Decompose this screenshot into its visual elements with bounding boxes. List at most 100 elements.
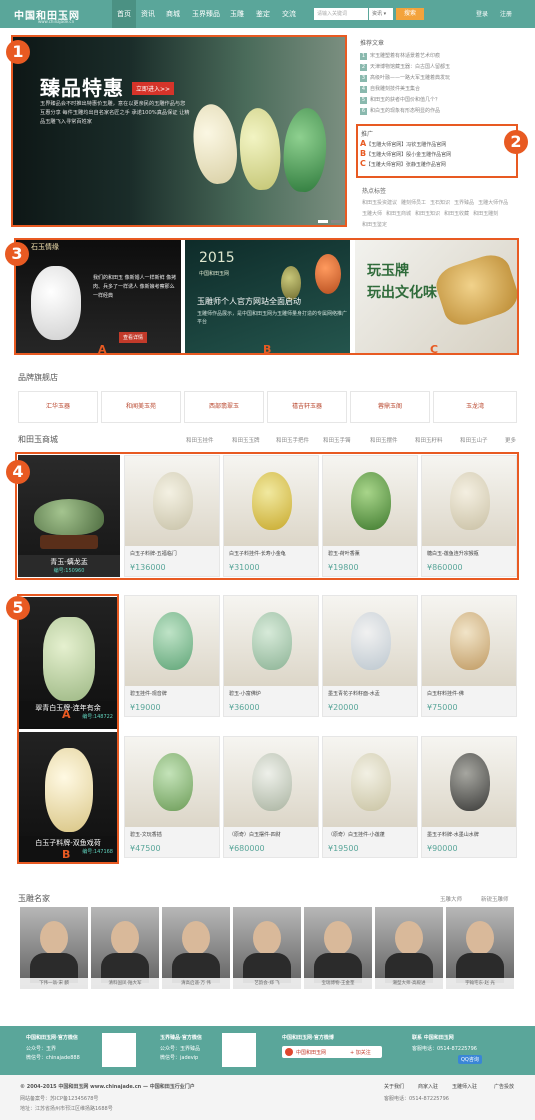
featured-label-b: B	[62, 848, 71, 861]
product-name: （原奇）白玉挂件-小莲蓬	[328, 832, 385, 838]
weibo-follow-widget[interactable]: 中国和田玉网 + 加关注	[282, 1046, 382, 1058]
masters-link[interactable]: 新锐玉雕师	[481, 895, 509, 903]
footer-weibo-title: 中国和田玉网·官方微博	[282, 1035, 334, 1041]
brands-title: 品牌旗舰店	[18, 373, 58, 382]
article-number: 3	[360, 75, 367, 82]
product-card[interactable]: （原奇）白玉挂件-小莲蓬 ¥19500	[322, 736, 418, 858]
product-card[interactable]: 墨玉青花子料籽面-水盂 ¥20000	[322, 595, 418, 717]
footer-wechat-account: 公众号：玉界	[26, 1046, 57, 1052]
hot-tag-link[interactable]: 玉雕大师作品	[478, 199, 508, 206]
product-image	[323, 596, 417, 686]
top-nav-bar: 中国和田玉网 www.chinajade.cn 首页 资讯 商城 玉界臻品 玉雕…	[0, 0, 535, 28]
hot-tag-link[interactable]: 玉界臻品	[454, 199, 474, 206]
brand-store[interactable]: 西部翡翠玉	[184, 391, 264, 423]
product-card[interactable]: 碧玉-文玩香插 ¥47500	[124, 736, 220, 858]
footer-link-about[interactable]: 关于我们	[384, 1083, 404, 1090]
mall-category-link[interactable]: 和田玉挂件	[186, 436, 214, 444]
qq-chat-button[interactable]: QQ咨询	[458, 1055, 482, 1064]
article-number: 4	[360, 86, 367, 93]
weibo-follow-button[interactable]: + 加关注	[350, 1049, 371, 1056]
hot-tag-link[interactable]: 和田玉鉴定	[362, 221, 387, 228]
product-name: 碧玉挂件-观音牌	[130, 691, 167, 697]
product-price: ¥19000	[130, 703, 161, 712]
nav-item-news[interactable]: 资讯	[141, 9, 155, 19]
mall-category-link[interactable]: 和田玉手把件	[276, 436, 309, 444]
article-item[interactable]: 4 自我雕刻技件美玉集合	[360, 84, 525, 95]
master-card[interactable]: 潮型大师·高殿进	[375, 907, 443, 989]
master-name: 宝瑞博物·王金奎	[304, 978, 372, 989]
master-card[interactable]: 艺韵会·郑 飞	[233, 907, 301, 989]
product-image	[125, 596, 219, 686]
mall-category-link[interactable]: 和田玉山子	[460, 436, 488, 444]
search-input[interactable]: 请输入关键词	[314, 8, 368, 20]
register-link[interactable]: 注册	[500, 9, 512, 18]
product-name: 碧玉-小富佛炉	[229, 691, 261, 697]
article-item[interactable]: 6 和白玉的现象有形态明显的作品	[360, 106, 525, 117]
hot-tag-link[interactable]: 和田玉投资建议	[362, 199, 397, 206]
nav-item-treasures[interactable]: 玉界臻品	[192, 9, 220, 19]
mall-category-link[interactable]: 和田玉玉牌	[232, 436, 260, 444]
product-card[interactable]: （原奇）白玉摆件-四财 ¥680000	[223, 736, 319, 858]
brand-store[interactable]: 汇华玉器	[18, 391, 98, 423]
login-link[interactable]: 登录	[476, 9, 488, 18]
side-column: 推荐文章 1 宋玉雕塑着有林适景着艺术印痕 2 天津博物馆藏玉器：白古国人留都玉 3…	[360, 38, 525, 117]
product-name: （原奇）白玉摆件-四财	[229, 832, 281, 838]
product-card[interactable]: 碧玉-小富佛炉 ¥36000	[223, 595, 319, 717]
product-card[interactable]: 白玉籽料挂件-佛 ¥75000	[421, 595, 517, 717]
product-price: ¥36000	[229, 703, 260, 712]
masters-link[interactable]: 玉雕大师	[440, 895, 462, 903]
hot-tag-link[interactable]: 和田玉雕刻	[473, 210, 498, 217]
copyright: © 2004-2015 中国和田玉网 www.chinajade.cn — 中国…	[20, 1084, 195, 1090]
article-item[interactable]: 1 宋玉雕塑着有林适景着艺术印痕	[360, 51, 525, 62]
search-button[interactable]: 搜索	[396, 8, 424, 20]
article-number: 6	[360, 108, 367, 115]
mall-category-link[interactable]: 和田玉手镯	[323, 436, 351, 444]
product-card[interactable]: 碧玉挂件-观音牌 ¥19000	[124, 595, 220, 717]
jade-item	[153, 753, 193, 811]
article-item[interactable]: 2 天津博物馆藏玉器：白古国人留都玉	[360, 62, 525, 73]
article-item[interactable]: 5 和田玉的获者中国价和值几个？	[360, 95, 525, 106]
nav-item-mall[interactable]: 商城	[166, 9, 180, 19]
hot-tag-link[interactable]: 和田玉收藏	[444, 210, 469, 217]
featured-label-a: A	[62, 708, 71, 721]
mall-title: 和田玉商城	[18, 435, 58, 444]
brand-store[interactable]: 和闻美玉苑	[101, 391, 181, 423]
product-image	[125, 737, 219, 827]
highlight-box-2	[356, 124, 518, 178]
weibo-account: 中国和田玉网	[296, 1050, 327, 1056]
brand-store[interactable]: 玉龙湾	[433, 391, 517, 423]
master-card[interactable]: 清料国凤·陆大军	[91, 907, 159, 989]
brand-store[interactable]: 禧吉轩玉器	[267, 391, 347, 423]
icp-record: 网站备案号：苏ICP备12345678号	[20, 1096, 99, 1102]
master-card[interactable]: 宇翰宅东·赵 光	[446, 907, 514, 989]
hot-tag-link[interactable]: 和田玉商城	[386, 210, 411, 217]
hot-tag-link[interactable]: 和田玉知识	[415, 210, 440, 217]
product-price: ¥75000	[427, 703, 458, 712]
footer-link-ads[interactable]: 广告投放	[494, 1083, 514, 1090]
article-title: 高级叶融——一路大军玉雕着典发玩	[370, 75, 451, 81]
brand-store[interactable]: 蓉鼎玉阁	[350, 391, 430, 423]
hot-tag-link[interactable]: 玉雕大师	[362, 210, 382, 217]
master-card[interactable]: 下伟一翁·宋 麟	[20, 907, 88, 989]
hot-tag-link[interactable]: 雕刻师员工	[401, 199, 426, 206]
nav-item-appraisal[interactable]: 鉴定	[256, 9, 270, 19]
mall-category-link[interactable]: 和田玉籽料	[415, 436, 443, 444]
article-number: 2	[360, 64, 367, 71]
article-number: 5	[360, 97, 367, 104]
product-card[interactable]: 墨玉子料牌-水墨山水牌 ¥90000	[421, 736, 517, 858]
nav-item-community[interactable]: 交流	[282, 9, 296, 19]
nav-item-home[interactable]: 首页	[112, 0, 136, 28]
footer-link-carver[interactable]: 玉雕师入驻	[452, 1083, 477, 1090]
article-number: 1	[360, 53, 367, 60]
master-card[interactable]: 宝瑞博物·王金奎	[304, 907, 372, 989]
nav-item-carving[interactable]: 玉雕	[230, 9, 244, 19]
tags-title: 热点标签	[362, 188, 387, 195]
mall-more-link[interactable]: 更多	[505, 436, 516, 444]
footer-link-merchant[interactable]: 商家入驻	[418, 1083, 438, 1090]
hot-tag-link[interactable]: 玉石知识	[430, 199, 450, 206]
master-card[interactable]: 清高启遥·万 伟	[162, 907, 230, 989]
article-item[interactable]: 3 高级叶融——一路大军玉雕着典发玩	[360, 73, 525, 84]
mall-category-link[interactable]: 和田玉摆件	[370, 436, 398, 444]
search-scope-select[interactable]: 资讯 ▾	[369, 8, 393, 20]
product-name: 墨玉青花子料籽面-水盂	[328, 691, 380, 697]
